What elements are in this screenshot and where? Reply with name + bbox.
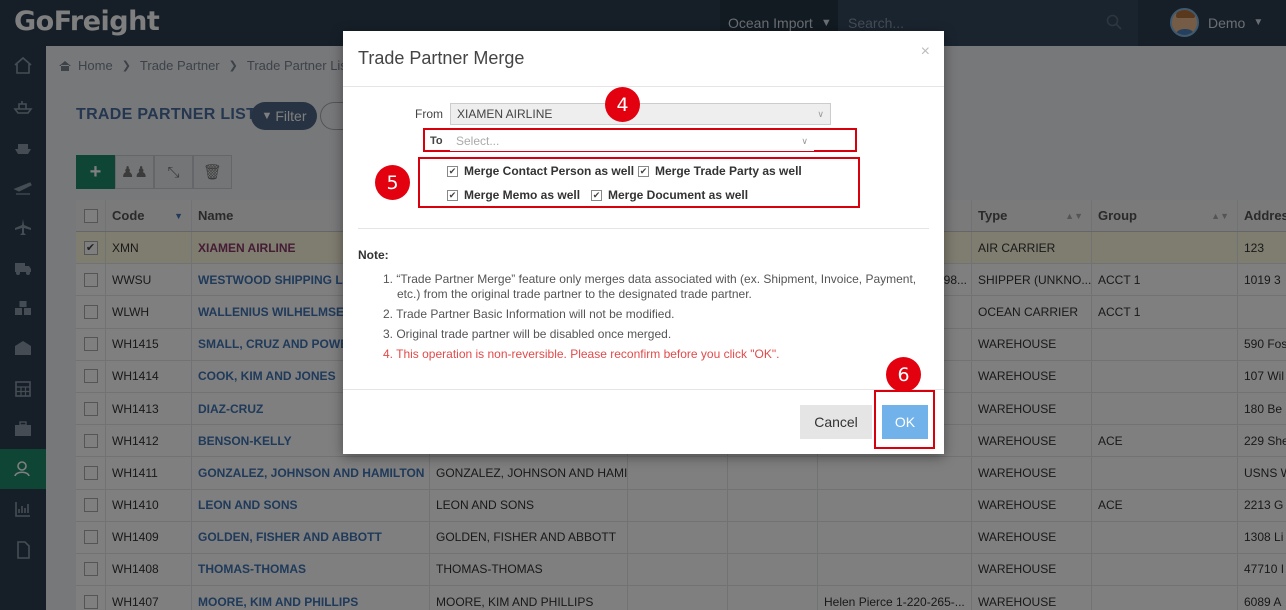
checkbox-checked: ✔ bbox=[638, 165, 649, 177]
modal-title: Trade Partner Merge bbox=[358, 48, 525, 68]
checkbox-checked: ✔ bbox=[447, 189, 458, 201]
checkbox-checked: ✔ bbox=[591, 189, 602, 201]
divider bbox=[358, 228, 929, 229]
modal-header: Trade Partner Merge × bbox=[343, 31, 944, 87]
merge-party-checkbox[interactable]: ✔ Merge Trade Party as well bbox=[638, 164, 802, 178]
from-select[interactable]: XIAMEN AIRLINE ∨ bbox=[450, 103, 831, 125]
trade-partner-merge-dialog: Trade Partner Merge × From XIAMEN AIRLIN… bbox=[343, 31, 944, 454]
note-warning: 4. This operation is non-reversible. Ple… bbox=[383, 347, 780, 361]
merge-contact-checkbox[interactable]: ✔ Merge Contact Person as well bbox=[447, 164, 634, 178]
checkbox-checked: ✔ bbox=[447, 165, 458, 177]
close-icon[interactable]: × bbox=[921, 43, 930, 61]
annotation-step-4: 4 bbox=[605, 87, 640, 122]
note-title: Note: bbox=[358, 248, 389, 262]
note-item: 2. Trade Partner Basic Information will … bbox=[383, 307, 675, 321]
chevron-down-icon: ∨ bbox=[817, 108, 824, 119]
notes-list: 1. “Trade Partner Merge” feature only me… bbox=[383, 272, 923, 367]
to-label: To bbox=[430, 135, 443, 147]
merge-document-checkbox[interactable]: ✔ Merge Document as well bbox=[591, 188, 748, 202]
modal-footer-divider bbox=[343, 389, 944, 390]
annotation-step-6: 6 bbox=[886, 357, 921, 392]
ok-button[interactable]: OK bbox=[882, 405, 928, 439]
note-item: 3. Original trade partner will be disabl… bbox=[383, 327, 672, 341]
from-label: From bbox=[415, 107, 443, 121]
chevron-down-icon: ∨ bbox=[801, 135, 808, 146]
from-value: XIAMEN AIRLINE bbox=[457, 107, 553, 121]
note-item: 1. “Trade Partner Merge” feature only me… bbox=[383, 272, 917, 301]
to-placeholder: Select... bbox=[456, 134, 500, 148]
to-select[interactable]: Select... ∨ bbox=[450, 131, 814, 151]
cancel-button[interactable]: Cancel bbox=[800, 405, 872, 439]
annotation-step-5: 5 bbox=[375, 165, 410, 200]
merge-memo-checkbox[interactable]: ✔ Merge Memo as well bbox=[447, 188, 580, 202]
